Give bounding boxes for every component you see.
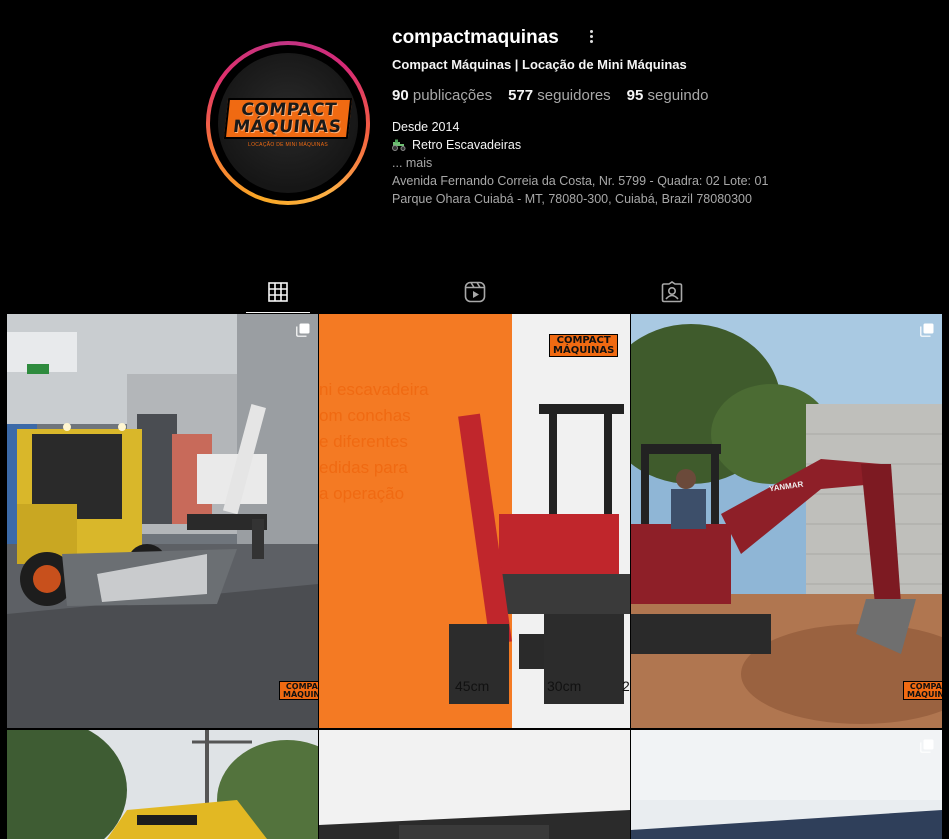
tab-reels[interactable]: [443, 270, 507, 314]
bucket-size-label: 30cm: [547, 678, 582, 694]
tractor-emoji-icon: [392, 139, 406, 151]
profile-full-name: Compact Máquinas | Locação de Mini Máqui…: [392, 57, 687, 72]
bio-line: Retro Escavadeiras: [392, 136, 772, 154]
profile-stats: 90 publicações 577 seguidores 95 seguind…: [392, 87, 708, 104]
tab-tagged[interactable]: [640, 270, 704, 314]
profile-bio: Desde 2014 Retro Escavadeiras ... mais A…: [392, 118, 772, 208]
post-image: [7, 730, 318, 839]
followers-stat[interactable]: 577 seguidores: [508, 87, 611, 104]
profile-header: COMPACT MÁQUINAS LOCAÇÃO DE MINI MÁQUINA…: [0, 0, 949, 260]
avatar-logo-subtitle: LOCAÇÃO DE MINI MÁQUINAS: [248, 142, 328, 148]
reels-icon: [464, 281, 486, 303]
watermark-logo: COMPACTMÁQUINAS: [903, 681, 942, 701]
profile-tabs: [0, 270, 949, 314]
multiple-photos-icon: [920, 323, 934, 337]
multiple-photos-icon: [296, 323, 310, 337]
profile-username: compactmaquinas: [392, 27, 559, 48]
following-stat[interactable]: 95 seguindo: [627, 87, 709, 104]
posts-grid: COMPACTMÁQUINAS ni escavadeira om concha…: [7, 314, 942, 839]
post-tile[interactable]: YANMAR COMPACTMÁQUINAS: [631, 314, 942, 728]
bio-line: Desde 2014: [392, 120, 460, 134]
bio-address: Avenida Fernando Correia da Costa, Nr. 5…: [392, 174, 769, 206]
post-image: [7, 314, 318, 728]
post-tile[interactable]: COMPACTMÁQUINAS: [7, 314, 318, 728]
multiple-photos-icon: [920, 739, 934, 753]
avatar[interactable]: COMPACT MÁQUINAS LOCAÇÃO DE MINI MÁQUINA…: [218, 53, 358, 193]
post-tile[interactable]: [7, 730, 318, 839]
avatar-logo: COMPACT MÁQUINAS: [223, 98, 353, 139]
post-image: [631, 730, 942, 839]
post-promo-text: ni escavadeira om conchas e diferentes e…: [319, 380, 429, 503]
tab-posts[interactable]: [246, 270, 310, 314]
watermark-logo: COMPACTMÁQUINAS: [279, 681, 318, 701]
profile-avatar-story-ring[interactable]: COMPACT MÁQUINAS LOCAÇÃO DE MINI MÁQUINA…: [206, 41, 370, 205]
tagged-icon: [661, 281, 683, 303]
bio-more-link[interactable]: ... mais: [392, 154, 772, 172]
post-tile[interactable]: [631, 730, 942, 839]
grid-icon: [268, 282, 288, 302]
more-options-icon[interactable]: [585, 27, 597, 45]
posts-count-stat: 90 publicações: [392, 87, 493, 104]
bucket-size-label: 45cm: [455, 678, 490, 694]
bucket-size-label: 2: [622, 678, 630, 694]
post-tile[interactable]: [319, 730, 630, 839]
post-image: [631, 314, 942, 728]
post-image: [319, 730, 630, 839]
watermark-logo: COMPACTMÁQUINAS: [549, 334, 619, 357]
post-tile[interactable]: ni escavadeira om conchas e diferentes e…: [319, 314, 630, 728]
